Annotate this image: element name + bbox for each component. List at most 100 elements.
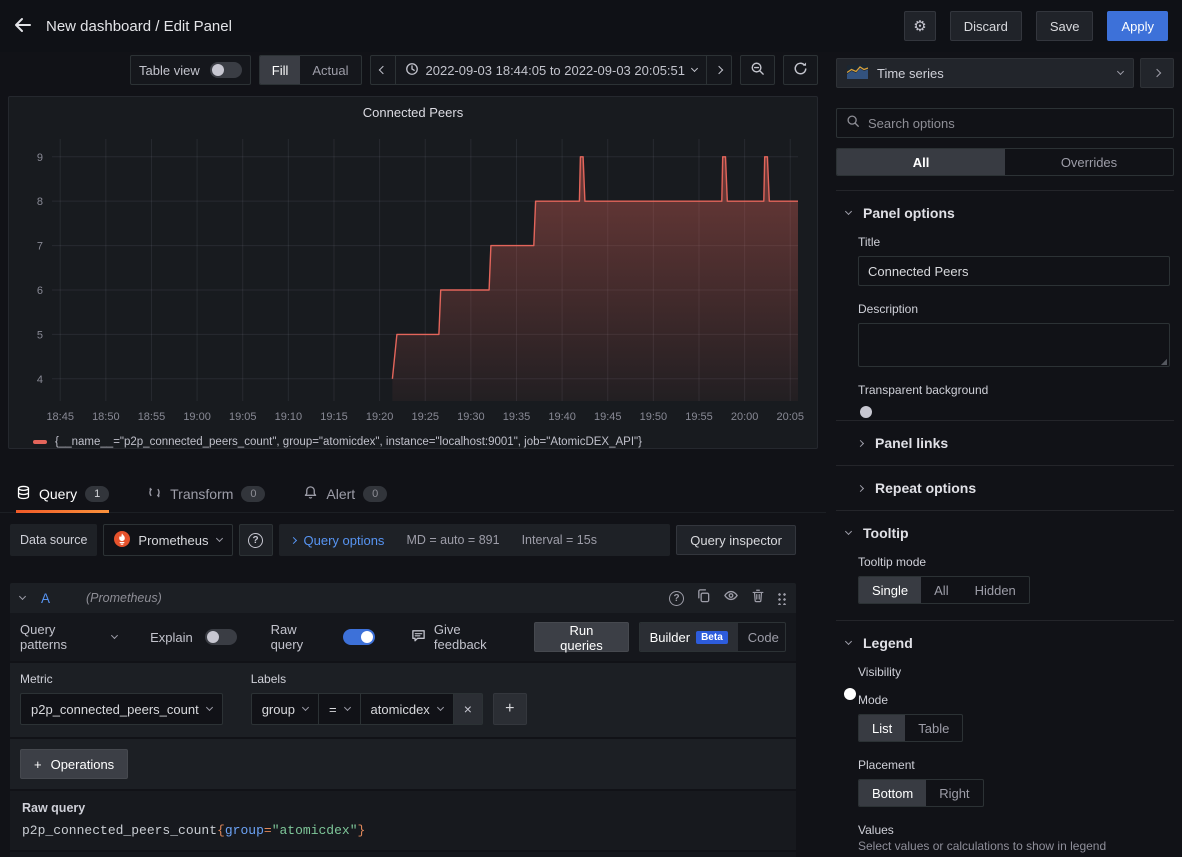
remove-query-button[interactable] [751, 588, 765, 608]
operations-block: + Operations [10, 739, 796, 789]
query-options-toggle[interactable]: Query options [291, 533, 385, 548]
time-forward-button[interactable] [706, 55, 732, 85]
svg-text:19:10: 19:10 [275, 411, 303, 423]
fill-option[interactable]: Fill [260, 56, 301, 84]
tab-query[interactable]: Query 1 [16, 475, 109, 512]
plus-icon: + [34, 757, 42, 772]
fill-actual-segmented: Fill Actual [259, 55, 362, 85]
builder-label: Builder [650, 630, 690, 645]
builder-code-segmented: Builder Beta Code [639, 622, 786, 652]
query-patterns-dropdown[interactable]: Query patterns [20, 622, 116, 652]
database-icon [16, 485, 31, 503]
placement-bottom-option[interactable]: Bottom [859, 780, 926, 806]
datasource-value: Prometheus [138, 533, 208, 548]
drag-query-handle[interactable] [777, 592, 786, 605]
tooltip-mode-label: Tooltip mode [858, 555, 1170, 569]
labels-field: Labels group = [251, 672, 527, 725]
zoom-out-button[interactable] [740, 55, 775, 85]
refresh-button[interactable] [783, 55, 818, 85]
section-panel-options[interactable]: Panel options [836, 191, 1174, 235]
time-range-button[interactable]: 2022-09-03 18:44:05 to 2022-09-03 20:05:… [395, 55, 708, 85]
tooltip-all-option[interactable]: All [921, 577, 961, 603]
query-row-header[interactable]: A (Prometheus) ? [10, 583, 796, 613]
tab-alert[interactable]: Alert 0 [303, 475, 387, 512]
legend-list-option[interactable]: List [859, 715, 905, 741]
edit-tabs: Query 1 Transform 0 Alert 0 [0, 475, 826, 513]
timeseries-chart[interactable]: 45678918:4518:5018:5519:0019:0519:1019:1… [9, 127, 817, 434]
label-operator-select[interactable]: = [318, 693, 361, 725]
section-repeat-options[interactable]: Repeat options [836, 466, 1174, 510]
options-scroll-area[interactable]: Panel options Title Description ◢ Transp… [836, 190, 1174, 857]
label-key-select[interactable]: group [251, 693, 319, 725]
label-value-select[interactable]: atomicdex [360, 693, 454, 725]
table-view-toggle[interactable] [210, 62, 242, 78]
legend-placement-segmented: Bottom Right [858, 779, 984, 807]
metric-select[interactable]: p2p_connected_peers_count [20, 693, 223, 725]
datasource-help-button[interactable]: ? [239, 524, 273, 556]
raw-label-key: group [225, 823, 264, 838]
panel-settings-button[interactable]: ⚙ [904, 11, 935, 41]
legend-mode-label: Mode [858, 693, 1170, 707]
tooltip-single-option[interactable]: Single [859, 577, 921, 603]
give-feedback-link[interactable]: Give feedback [411, 622, 514, 652]
hide-query-button[interactable] [723, 588, 739, 608]
builder-option[interactable]: Builder Beta [640, 623, 738, 651]
eye-icon [723, 588, 739, 608]
search-icon [846, 114, 860, 133]
duplicate-query-button[interactable] [696, 588, 711, 608]
question-circle-icon: ? [248, 533, 263, 548]
plus-icon: + [505, 700, 514, 718]
query-inspector-button[interactable]: Query inspector [676, 525, 796, 555]
close-icon: × [464, 701, 472, 717]
panel-title[interactable]: Connected Peers [9, 97, 817, 127]
legend-heading: Legend [863, 635, 913, 651]
tab-transform[interactable]: Transform 0 [147, 475, 265, 512]
panel-title-input[interactable] [858, 256, 1170, 286]
remove-label-filter-button[interactable]: × [453, 693, 483, 725]
toggle-options-pane-button[interactable] [1140, 58, 1174, 88]
refresh-icon [793, 61, 808, 79]
save-button[interactable]: Save [1036, 11, 1094, 41]
svg-text:19:20: 19:20 [366, 411, 394, 423]
visualization-picker[interactable]: Time series [836, 58, 1134, 88]
datasource-select[interactable]: Prometheus [103, 524, 232, 556]
legend-mode-segmented: List Table [858, 714, 963, 742]
label-key-value: group [262, 702, 295, 717]
chevron-down-icon [302, 704, 309, 711]
explain-toggle[interactable] [205, 629, 237, 645]
collapse-chevron-icon[interactable] [19, 593, 26, 600]
tooltip-hidden-option[interactable]: Hidden [962, 577, 1029, 603]
legend-table-option[interactable]: Table [905, 715, 962, 741]
add-operations-button[interactable]: + Operations [20, 749, 128, 779]
code-option[interactable]: Code [738, 623, 786, 651]
section-panel-links[interactable]: Panel links [836, 421, 1174, 465]
resize-handle-icon[interactable]: ◢ [1161, 357, 1167, 366]
tab-overrides[interactable]: Overrides [1005, 149, 1173, 175]
tab-all[interactable]: All [837, 149, 1005, 175]
apply-button[interactable]: Apply [1107, 11, 1168, 41]
svg-text:7: 7 [37, 241, 43, 253]
actual-option[interactable]: Actual [300, 56, 360, 84]
options-search-input[interactable] [868, 116, 1164, 131]
panel-options-heading: Panel options [863, 205, 955, 221]
back-button[interactable] [14, 17, 32, 36]
give-feedback-label: Give feedback [434, 622, 514, 652]
raw-query-toggle[interactable] [343, 629, 375, 645]
section-tooltip[interactable]: Tooltip [836, 511, 1174, 555]
section-legend[interactable]: Legend [836, 621, 1174, 665]
legend-series-label[interactable]: {__name__="p2p_connected_peers_count", g… [55, 436, 642, 448]
legend-series-marker[interactable] [33, 440, 47, 444]
options-search[interactable] [836, 108, 1174, 138]
tab-alert-label: Alert [326, 486, 355, 502]
query-help-button[interactable]: ? [669, 591, 684, 606]
raw-close-brace: } [358, 823, 366, 838]
table-view-label: Table view [131, 63, 208, 78]
trash-icon [751, 588, 765, 608]
panel-description-textarea[interactable]: ◢ [858, 323, 1170, 367]
time-back-button[interactable] [370, 55, 396, 85]
chevron-down-icon [1117, 68, 1124, 75]
discard-button[interactable]: Discard [950, 11, 1022, 41]
placement-right-option[interactable]: Right [926, 780, 982, 806]
add-label-filter-button[interactable]: + [493, 693, 527, 725]
run-queries-button[interactable]: Run queries [534, 622, 628, 652]
